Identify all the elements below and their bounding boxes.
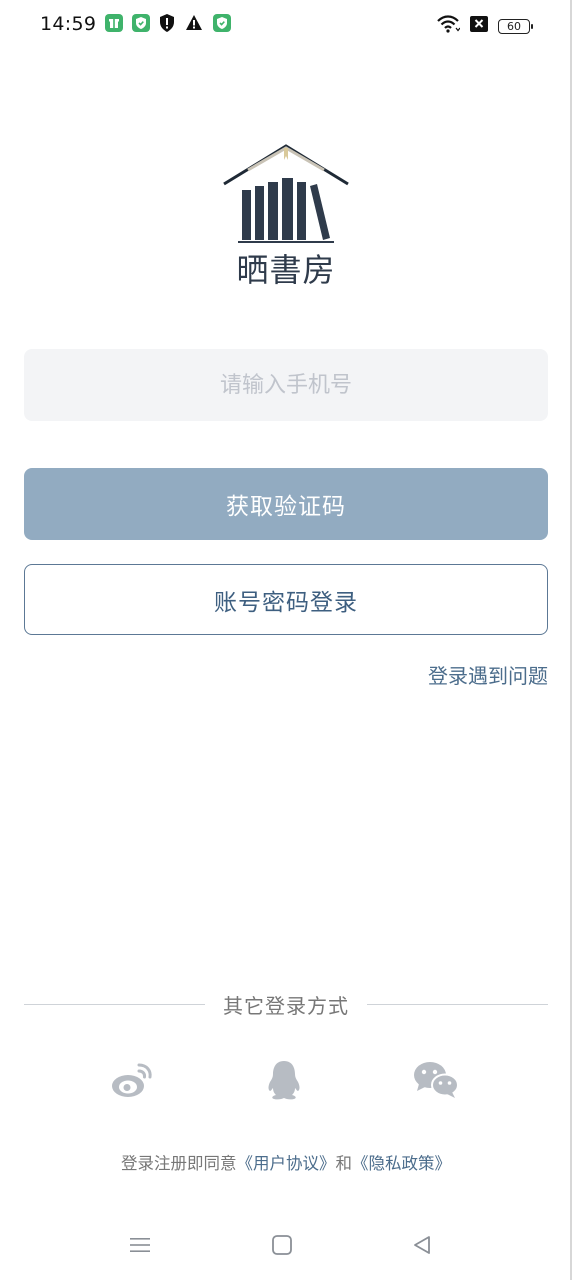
qq-login-button[interactable]: [260, 1058, 308, 1102]
status-bar: 14:59 60: [0, 0, 572, 52]
nav-menu-button[interactable]: [122, 1228, 158, 1262]
weibo-login-button[interactable]: [108, 1058, 156, 1102]
privacy-policy-link[interactable]: 《隐私政策》: [352, 1154, 451, 1173]
other-login-label: 其它登录方式: [223, 993, 349, 1018]
shield-app-icon: [131, 13, 151, 37]
sim-off-icon: [469, 15, 489, 37]
brand-name: 晒書房: [236, 251, 336, 289]
gift-app-icon: [104, 13, 124, 37]
alert-shield-icon: [159, 13, 175, 37]
wifi-icon: [436, 14, 461, 38]
back-triangle-icon: [414, 1236, 430, 1254]
wechat-icon: [414, 1062, 459, 1098]
nav-home-button[interactable]: [264, 1228, 300, 1262]
get-code-button[interactable]: 获取验证码: [24, 468, 548, 540]
battery-level: 60: [507, 19, 521, 33]
shield-app-icon: [212, 13, 232, 37]
divider-line: [24, 1003, 205, 1005]
user-agreement-link[interactable]: 《用户协议》: [237, 1154, 336, 1173]
qq-icon: [268, 1061, 300, 1100]
agreement-conjunction: 和: [335, 1154, 353, 1173]
home-square-icon: [272, 1235, 292, 1255]
nav-back-button[interactable]: [404, 1228, 440, 1262]
weibo-icon: [112, 1063, 152, 1097]
login-help-link[interactable]: 登录遇到问题: [428, 660, 548, 689]
app-logo: 晒書房: [218, 140, 354, 300]
system-status-icons: 60: [436, 14, 533, 38]
other-login-divider: 其它登录方式: [24, 988, 548, 1020]
warning-icon: [185, 14, 203, 36]
agreement-text: 登录注册即同意《用户协议》和《隐私政策》: [0, 1150, 572, 1174]
wechat-login-button[interactable]: [412, 1058, 460, 1102]
notification-icons: [104, 13, 232, 37]
bookshelf-logo-icon: [223, 144, 349, 243]
battery-icon: 60: [498, 18, 533, 34]
status-time: 14:59: [40, 13, 97, 35]
phone-input[interactable]: [24, 349, 548, 421]
password-login-button[interactable]: 账号密码登录: [24, 564, 548, 635]
menu-icon: [130, 1238, 150, 1252]
agreement-prefix: 登录注册即同意: [121, 1154, 237, 1173]
divider-line: [367, 1003, 548, 1005]
